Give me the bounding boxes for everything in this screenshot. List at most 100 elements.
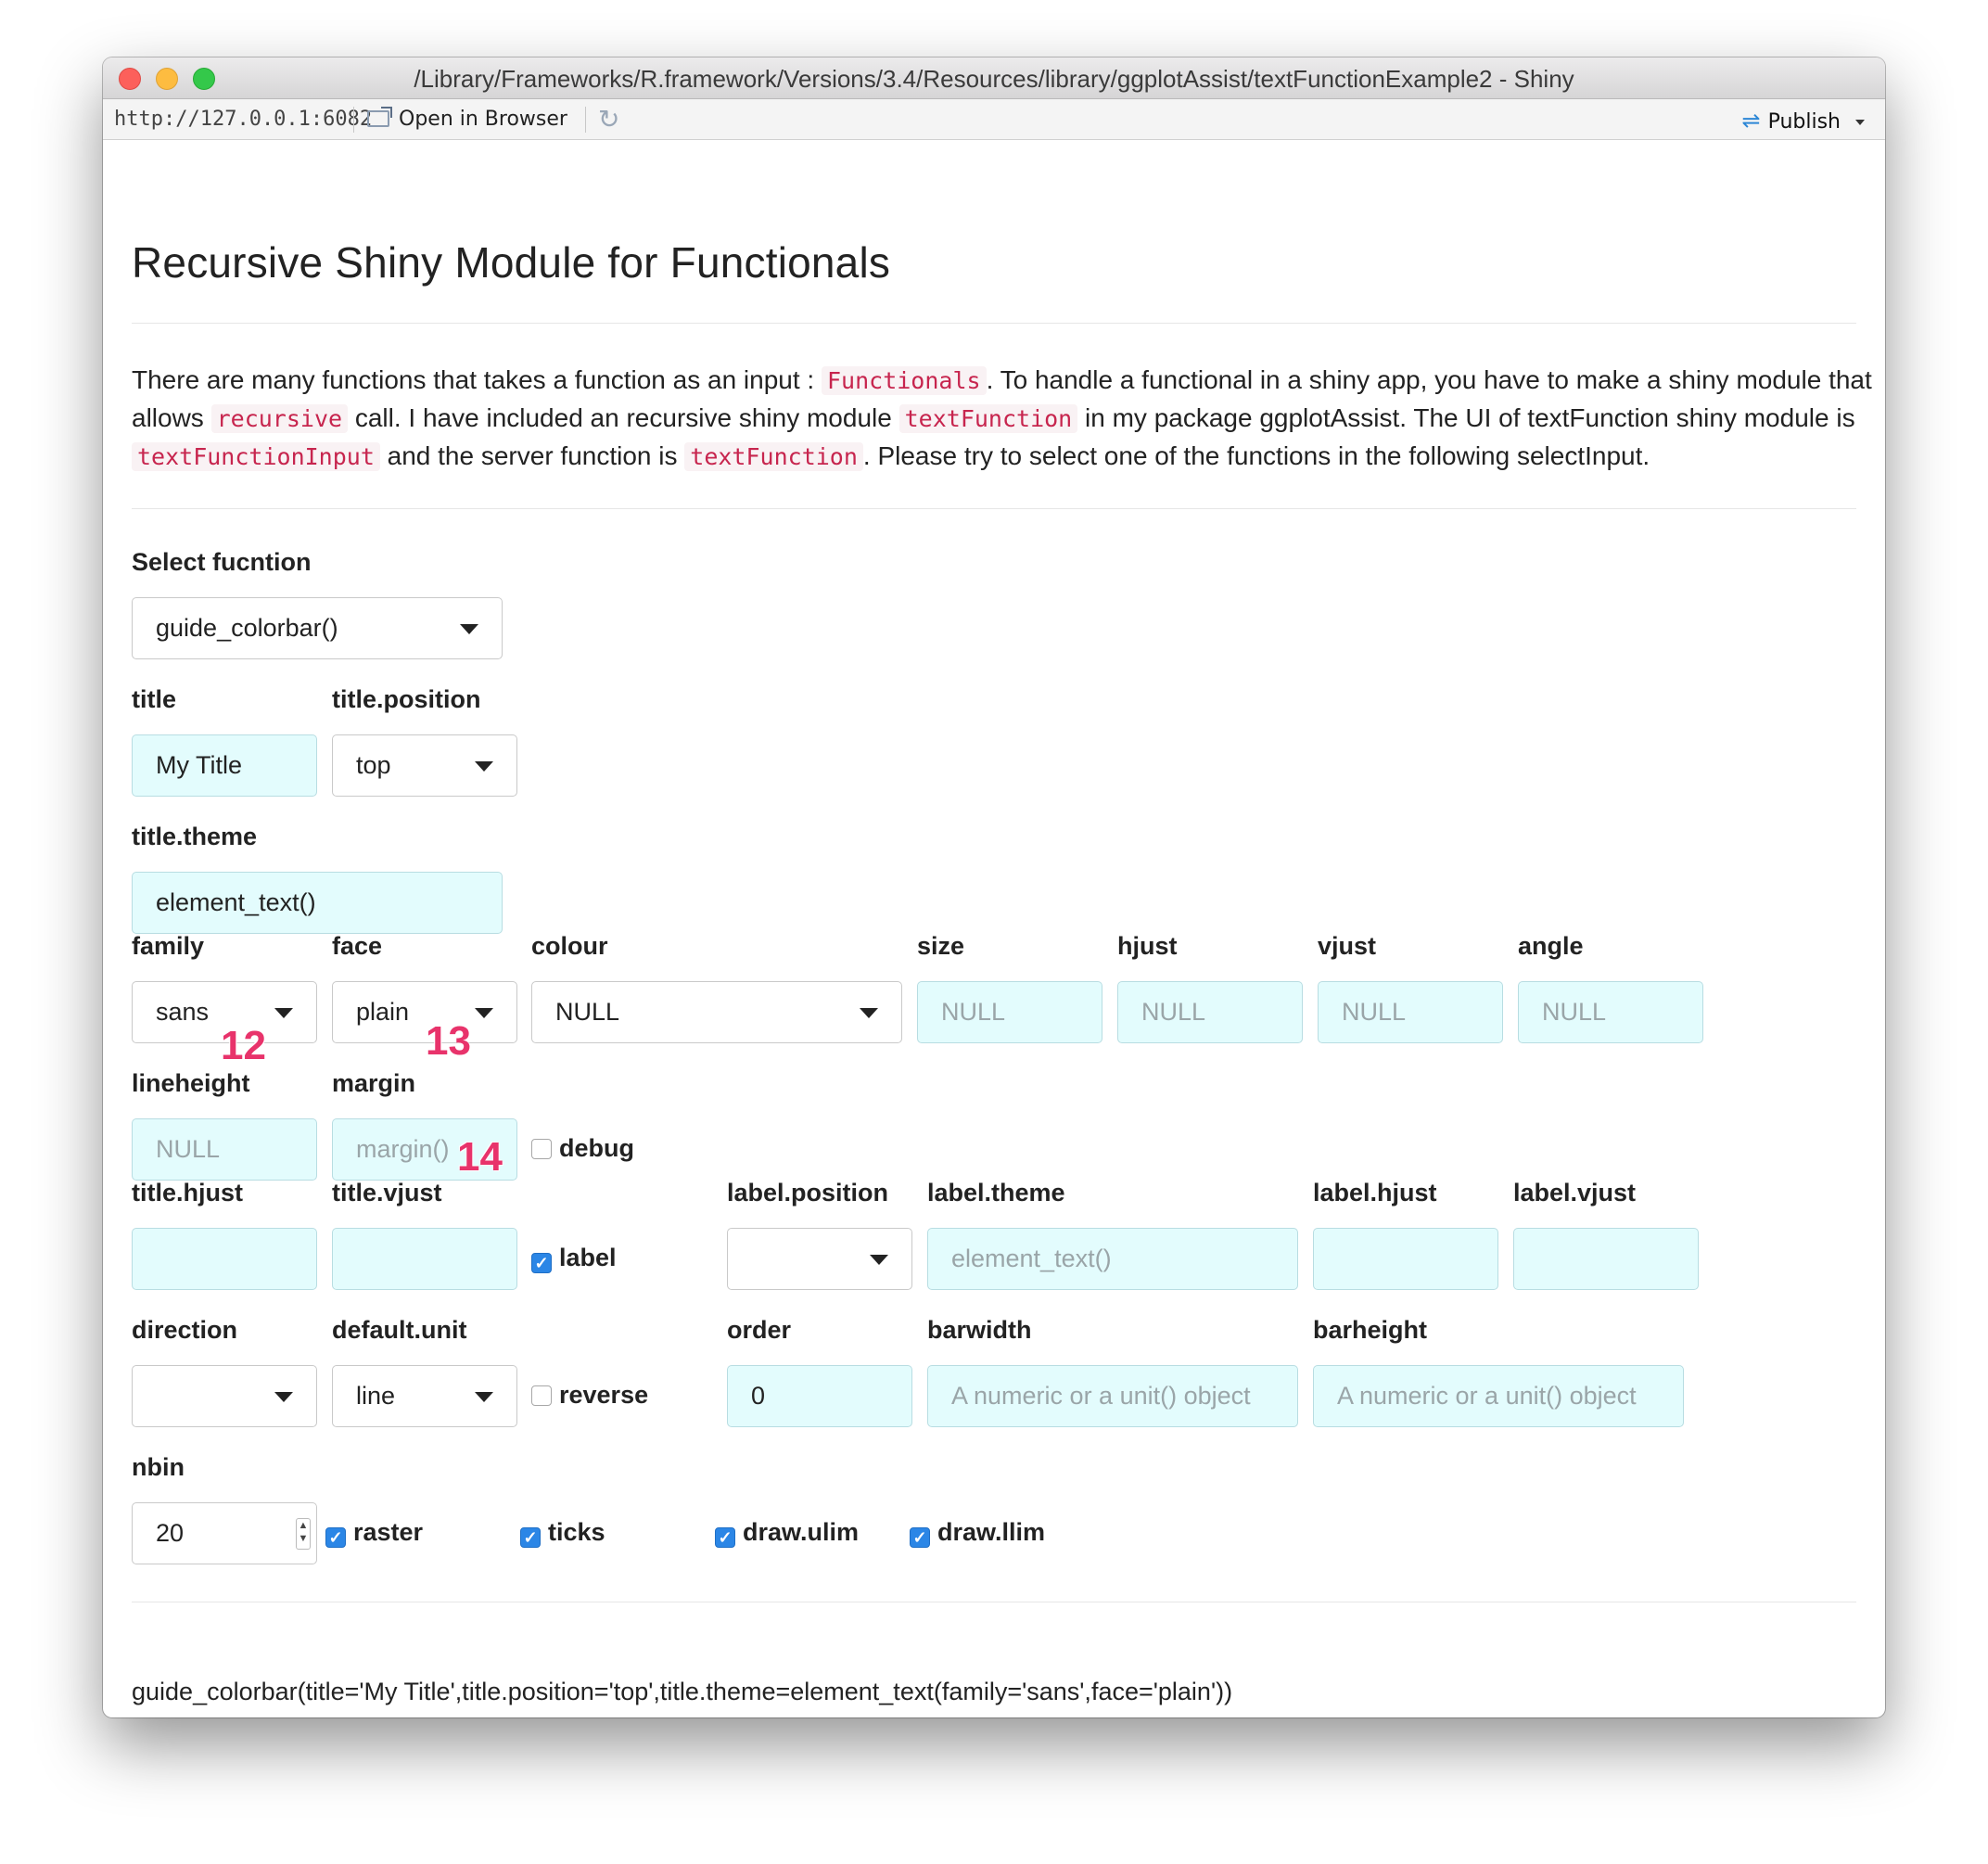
label-checkbox[interactable]: ✓ label [531, 1244, 617, 1273]
chevron-down-icon [475, 1008, 493, 1018]
barheight-label: barheight [1313, 1316, 1428, 1344]
open-in-browser-button[interactable]: Open in Browser [367, 107, 567, 131]
debug-checkbox-label: debug [559, 1134, 634, 1162]
barwidth-placeholder: A numeric or a unit() object [951, 1382, 1251, 1410]
app-content: Recursive Shiny Module for Functionals T… [132, 140, 1872, 1717]
draw-ulim-checkbox[interactable]: ✓ draw.ulim [715, 1518, 859, 1548]
label-theme-label: label.theme [927, 1179, 1065, 1206]
page-title: Recursive Shiny Module for Functionals [132, 238, 891, 287]
title-hjust-input[interactable] [132, 1228, 317, 1290]
draw-llim-checkbox-label: draw.llim [937, 1518, 1046, 1546]
face-select[interactable]: plain [332, 981, 517, 1043]
label-checkbox-box[interactable]: ✓ [531, 1253, 552, 1273]
label-position-select[interactable] [727, 1228, 912, 1290]
reverse-checkbox[interactable]: reverse [531, 1381, 648, 1410]
label-position-label: label.position [727, 1179, 889, 1206]
title-position-select[interactable]: top [332, 734, 517, 797]
title-vjust-input[interactable] [332, 1228, 517, 1290]
inline-code: textFunctionInput [132, 442, 380, 471]
publish-button[interactable]: ⇌ Publish [1741, 108, 1865, 134]
intro-paragraph: There are many functions that takes a fu… [132, 362, 1875, 476]
debug-checkbox[interactable]: debug [531, 1134, 634, 1163]
order-value: 0 [751, 1382, 766, 1410]
raster-checkbox[interactable]: ✓ raster [325, 1518, 423, 1548]
family-value: sans [156, 998, 210, 1026]
draw-llim-checkbox[interactable]: ✓ draw.llim [910, 1518, 1045, 1548]
label-hjust-input[interactable] [1313, 1228, 1498, 1290]
angle-input[interactable]: NULL [1518, 981, 1703, 1043]
order-label: order [727, 1316, 792, 1344]
default-unit-label: default.unit [332, 1316, 467, 1344]
chevron-down-icon [870, 1255, 888, 1265]
label-vjust-label: label.vjust [1513, 1179, 1637, 1206]
lineheight-input[interactable]: NULL [132, 1118, 317, 1181]
direction-select[interactable] [132, 1365, 317, 1427]
label-vjust-input[interactable] [1513, 1228, 1699, 1290]
refresh-icon[interactable]: ↻ [598, 104, 619, 134]
hjust-input[interactable]: NULL [1117, 981, 1303, 1043]
raster-checkbox-label: raster [353, 1518, 424, 1546]
raster-checkbox-box[interactable]: ✓ [325, 1527, 346, 1548]
angle-placeholder: NULL [1542, 998, 1607, 1026]
debug-checkbox-box[interactable] [531, 1139, 552, 1159]
intro-text: . Please try to select one of the functi… [862, 441, 1650, 470]
label-hjust-label: label.hjust [1313, 1179, 1437, 1206]
title-input[interactable]: My Title [132, 734, 317, 797]
publish-icon: ⇌ [1741, 108, 1761, 134]
open-browser-icon [367, 107, 392, 127]
spinner-icon[interactable]: ▲ ▼ [296, 1518, 311, 1550]
ticks-checkbox-box[interactable]: ✓ [520, 1527, 541, 1548]
divider [132, 508, 1856, 509]
title-theme-value: element_text() [156, 888, 316, 916]
title-position-value: top [356, 751, 391, 779]
default-unit-value: line [356, 1382, 396, 1410]
size-placeholder: NULL [941, 998, 1006, 1026]
face-label: face [332, 932, 383, 960]
label-theme-placeholder: element_text() [951, 1245, 1112, 1272]
title-position-label: title.position [332, 685, 481, 713]
inline-code: Functionals [821, 366, 987, 395]
title-input-value: My Title [156, 751, 243, 779]
colour-label: colour [531, 932, 608, 960]
ticks-checkbox[interactable]: ✓ ticks [520, 1518, 605, 1548]
chevron-down-icon [475, 761, 493, 772]
viewer-toolbar: http://127.0.0.1:6082 Open in Browser ↻ … [103, 99, 1885, 140]
draw-ulim-checkbox-label: draw.ulim [743, 1518, 860, 1546]
barwidth-input[interactable]: A numeric or a unit() object [927, 1365, 1298, 1427]
intro-text: and the server function is [379, 441, 685, 470]
annotation-13: 13 [426, 1018, 471, 1064]
select-function-value: guide_colorbar() [156, 614, 338, 642]
intro-text: in my package ggplotAssist. The UI of te… [1077, 403, 1855, 432]
nbin-value: 20 [156, 1519, 185, 1547]
default-unit-select[interactable]: line [332, 1365, 517, 1427]
url-label: http://127.0.0.1:6082 [114, 108, 373, 131]
title-label: title [132, 685, 177, 713]
barheight-input[interactable]: A numeric or a unit() object [1313, 1365, 1684, 1427]
draw-llim-checkbox-box[interactable]: ✓ [910, 1527, 930, 1548]
title-hjust-label: title.hjust [132, 1179, 243, 1206]
title-theme-label: title.theme [132, 823, 258, 850]
window-title: /Library/Frameworks/R.framework/Versions… [414, 65, 1574, 93]
toolbar-divider [585, 107, 586, 133]
select-function-label: Select fucntion [132, 548, 312, 576]
vjust-placeholder: NULL [1342, 998, 1407, 1026]
label-theme-input[interactable]: element_text() [927, 1228, 1298, 1290]
draw-ulim-checkbox-box[interactable]: ✓ [715, 1527, 735, 1548]
toolbar-divider [353, 107, 354, 133]
chevron-down-icon[interactable] [1855, 120, 1865, 125]
nbin-numeric-input[interactable]: 20 ▲ ▼ [132, 1502, 317, 1564]
reverse-checkbox-box[interactable] [531, 1385, 552, 1406]
size-input[interactable]: NULL [917, 981, 1102, 1043]
title-theme-input[interactable]: element_text() [132, 872, 503, 934]
vjust-input[interactable]: NULL [1318, 981, 1503, 1043]
chevron-down-icon [274, 1008, 293, 1018]
colour-select[interactable]: NULL [531, 981, 902, 1043]
inline-code: textFunction [684, 442, 863, 471]
intro-text: call. I have included an recursive shiny… [348, 403, 899, 432]
order-input[interactable]: 0 [727, 1365, 912, 1427]
reverse-checkbox-label: reverse [559, 1381, 649, 1409]
select-function-dropdown[interactable]: guide_colorbar() [132, 597, 503, 659]
lineheight-placeholder: NULL [156, 1135, 221, 1163]
title-bar: /Library/Frameworks/R.framework/Versions… [103, 57, 1885, 99]
title-vjust-label: title.vjust [332, 1179, 442, 1206]
